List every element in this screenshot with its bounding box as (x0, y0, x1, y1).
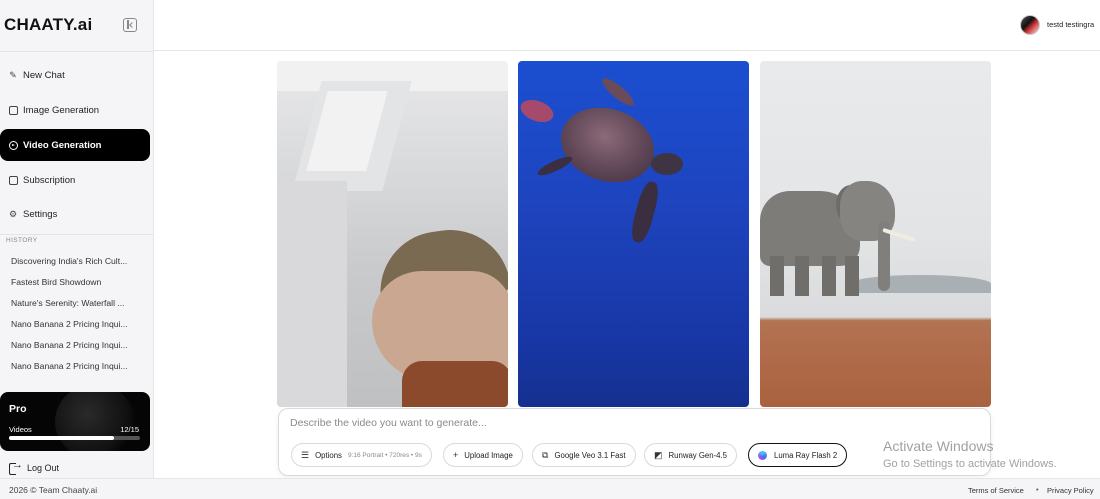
image-icon (8, 105, 18, 115)
nav-image-generation[interactable]: Image Generation (0, 94, 150, 126)
video-preview-turtle[interactable] (518, 61, 749, 407)
sidebar: CHAATY.ai ✎ New Chat Image Generation Vi… (0, 0, 154, 478)
model-luma[interactable]: Luma Ray Flash 2 (748, 443, 848, 467)
upload-image-button[interactable]: + Upload Image (443, 443, 523, 467)
pencil-icon: ✎ (9, 69, 17, 80)
model-runway[interactable]: ◩ Runway Gen-4.5 (644, 443, 738, 467)
nav-label: Settings (23, 208, 58, 220)
sliders-icon: ☰ (301, 449, 310, 460)
plan-card[interactable]: Pro Videos 12/15 (0, 392, 150, 451)
video-preview-elephant[interactable] (760, 61, 991, 407)
google-veo-icon: ⧉ (542, 449, 549, 460)
nav-label: Video Generation (23, 139, 102, 151)
nav-label: Image Generation (23, 104, 100, 116)
options-label: Options (315, 450, 342, 460)
top-header: testd testingra (154, 0, 1100, 51)
nav-new-chat[interactable]: ✎ New Chat (0, 59, 150, 91)
copyright: 2026 © Team Chaaty.ai (9, 485, 98, 495)
nav-video-generation[interactable]: Video Generation (0, 129, 150, 161)
footer: 2026 © Team Chaaty.ai Terms of Service •… (0, 478, 1100, 499)
nav-label: New Chat (23, 69, 65, 81)
history-item[interactable]: Nature's Serenity: Waterfall ... (11, 298, 143, 308)
brand-logo[interactable]: CHAATY.ai (4, 15, 92, 35)
model-label: Luma Ray Flash 2 (774, 450, 838, 460)
activate-windows-subtitle: Go to Settings to activate Windows. (883, 458, 1057, 470)
model-label: Runway Gen-4.5 (668, 450, 728, 460)
upload-label: Upload Image (464, 450, 513, 460)
divider (0, 51, 154, 52)
plan-videos-label: Videos (9, 425, 32, 434)
privacy-link[interactable]: Privacy Policy (1047, 486, 1094, 495)
activate-windows-title: Activate Windows (883, 438, 994, 454)
card-icon (8, 175, 18, 185)
history-item[interactable]: Nano Banana 2 Pricing Inqui... (11, 319, 143, 329)
nav-label: Subscription (23, 174, 76, 186)
logout-button[interactable]: Log Out (9, 459, 60, 475)
terms-link[interactable]: Terms of Service (968, 486, 1024, 495)
video-play-icon (8, 140, 18, 150)
plan-videos-count: 12/15 (120, 425, 139, 434)
runway-icon: ◩ (654, 449, 663, 460)
user-name[interactable]: testd testingra (1047, 20, 1094, 29)
avatar[interactable] (1020, 15, 1040, 35)
sidebar-collapse-icon[interactable] (123, 18, 137, 32)
options-summary: 9:16 Portrait • 720res • 9s (347, 451, 422, 459)
plan-usage-bar (9, 436, 140, 440)
logout-icon (9, 459, 23, 475)
nav-settings[interactable]: ⚙ Settings (0, 198, 150, 230)
prompt-input[interactable] (290, 417, 970, 429)
history-item[interactable]: Discovering India's Rich Cult... (11, 256, 143, 266)
history-item[interactable]: Nano Banana 2 Pricing Inqui... (11, 340, 143, 350)
luma-icon (758, 450, 767, 460)
history-item[interactable]: Fastest Bird Showdown (11, 277, 143, 287)
footer-separator: • (1036, 485, 1039, 494)
nav-subscription[interactable]: Subscription (0, 164, 150, 196)
divider (0, 234, 154, 235)
model-google-veo[interactable]: ⧉ Google Veo 3.1 Fast (532, 443, 636, 467)
plan-card-decoration (55, 392, 135, 451)
plan-usage-fill (9, 436, 114, 440)
model-label: Google Veo 3.1 Fast (554, 450, 626, 460)
options-chip[interactable]: ☰ Options 9:16 Portrait • 720res • 9s (291, 443, 432, 467)
history-label: HISTORY (6, 237, 38, 244)
history-item[interactable]: Nano Banana 2 Pricing Inqui... (11, 361, 143, 371)
gear-icon: ⚙ (8, 208, 18, 219)
plan-title: Pro (9, 403, 27, 415)
video-preview-person[interactable] (277, 61, 508, 407)
plus-icon: + (453, 450, 459, 460)
logout-label: Log Out (27, 463, 60, 473)
